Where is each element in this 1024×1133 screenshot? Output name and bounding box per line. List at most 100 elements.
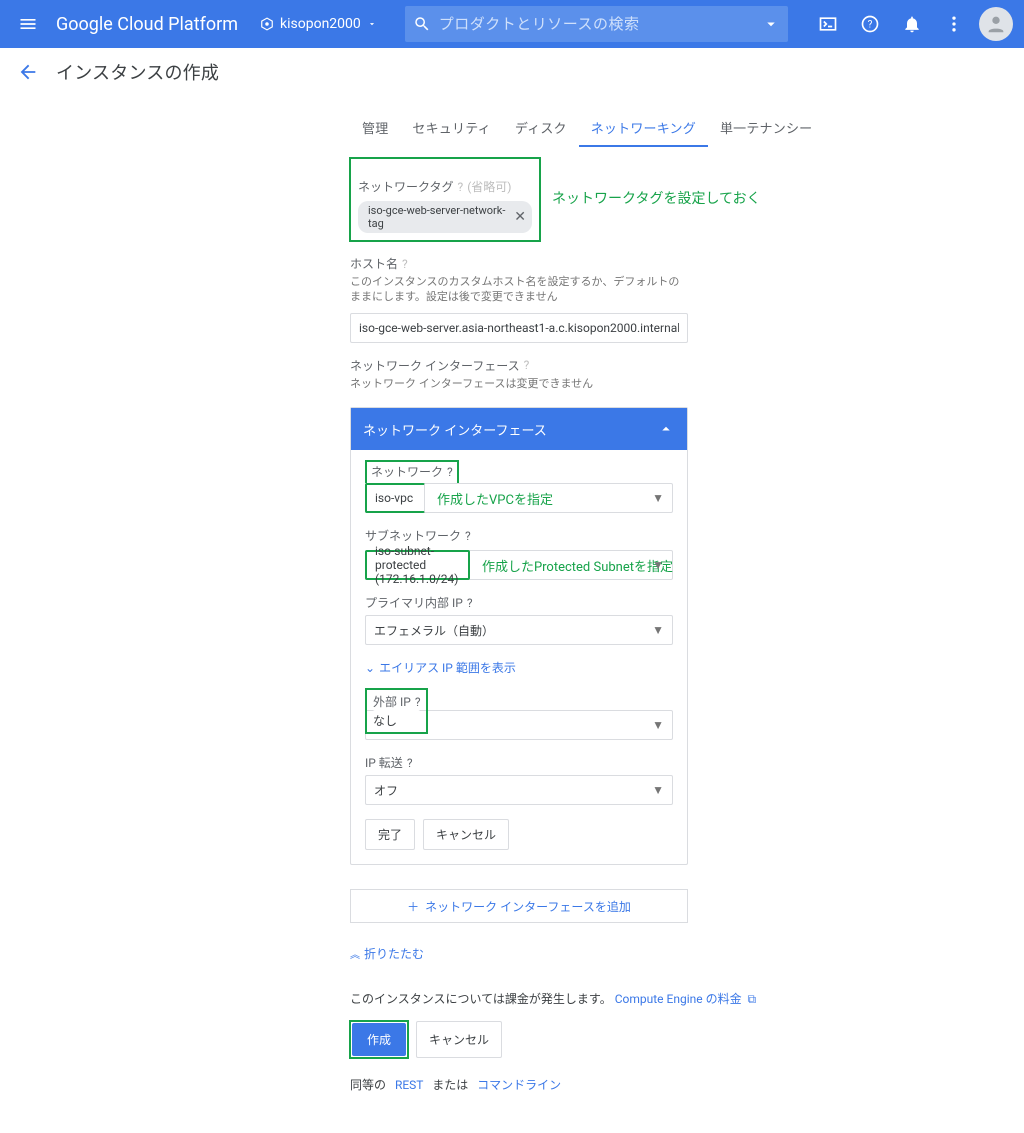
help-icon[interactable]: ? [447, 465, 453, 479]
tab-sole-tenancy[interactable]: 単一テナンシー [708, 108, 824, 147]
main-content: 管理 セキュリティ ディスク ネットワーキング 単一テナンシー ネットワークタグ… [0, 108, 1024, 1133]
brand-title: Google Cloud Platform [56, 14, 238, 35]
nif-panel-header[interactable]: ネットワーク インターフェース [351, 408, 687, 450]
tab-disks[interactable]: ディスク [503, 108, 579, 147]
help-icon[interactable]: ? [407, 756, 413, 770]
primary-ip-dropdown[interactable]: エフェメラル（自動） ▼ [365, 615, 673, 645]
help-icon[interactable]: ? [415, 695, 421, 709]
caret-down-icon: ▼ [652, 783, 664, 797]
help-icon[interactable]: ? [402, 257, 408, 271]
menu-icon [18, 14, 38, 34]
gcp-top-bar: Google Cloud Platform kisopon2000 ? [0, 0, 1024, 48]
network-tags-input[interactable]: iso-gce-web-server-network-tag ✕ [358, 201, 532, 233]
alias-ip-label: エイリアス IP 範囲を表示 [379, 661, 516, 675]
billing-link[interactable]: Compute Engine の料金 [615, 992, 742, 1006]
more-button[interactable] [934, 4, 974, 44]
equivalent-links: 同等の REST または コマンドライン [350, 1076, 1024, 1093]
cancel-button[interactable]: キャンセル [416, 1021, 502, 1058]
primary-ip-value: エフェメラル（自動） [374, 622, 494, 639]
arrow-left-icon [17, 61, 39, 83]
network-dropdown-value-box[interactable]: iso-vpc [365, 483, 425, 513]
help-icon[interactable]: ? [458, 180, 464, 194]
add-interface-label: ネットワーク インターフェースを追加 [425, 898, 631, 915]
page-subheader: インスタンスの作成 [0, 48, 1024, 96]
topbar-right-icons: ? [808, 4, 1016, 44]
help-icon[interactable]: ? [467, 596, 473, 610]
tab-security[interactable]: セキュリティ [400, 108, 502, 147]
caret-down-icon: ▼ [652, 718, 664, 732]
external-link-icon: ⧉ [745, 992, 757, 1006]
dropdown-caret-icon [367, 19, 377, 29]
project-name: kisopon2000 [280, 16, 361, 32]
kebab-icon [944, 14, 964, 34]
chevron-down-icon[interactable] [762, 15, 780, 33]
external-ip-row: 外部 IP ? なし . ▼ [365, 688, 673, 740]
external-ip-value: なし [373, 712, 397, 729]
plus-icon: ＋ [407, 898, 419, 915]
network-annotation: 作成したVPCを指定 [437, 489, 553, 508]
back-button[interactable] [12, 56, 44, 88]
subnet-annotation: 作成したProtected Subnetを指定 [482, 556, 673, 575]
primary-ip-label: プライマリ内部 IP [365, 594, 463, 611]
network-tags-annotation: ネットワークタグを設定しておく [552, 188, 761, 208]
action-row: 作成 キャンセル [350, 1021, 1024, 1058]
notifications-button[interactable] [892, 4, 932, 44]
nif-panel: ネットワーク インターフェース ネットワーク ? iso-vpc [350, 407, 688, 865]
billing-text: このインスタンスについては課金が発生します。 [350, 992, 612, 1006]
hamburger-menu-button[interactable] [8, 4, 48, 44]
help-icon[interactable]: ? [465, 529, 471, 543]
project-hex-icon [260, 17, 274, 31]
nif-desc: ネットワーク インターフェースは変更できません [350, 376, 690, 391]
project-picker[interactable]: kisopon2000 [252, 12, 385, 36]
tab-management[interactable]: 管理 [350, 108, 400, 147]
hostname-input[interactable] [350, 313, 688, 343]
hostname-label: ホスト名 [350, 255, 398, 272]
collapse-toggle[interactable]: ︽ 折りたたむ [350, 945, 1024, 962]
collapse-label: 折りたたむ [364, 945, 424, 962]
network-field-label: ネットワーク [371, 463, 443, 480]
nif-panel-body: ネットワーク ? iso-vpc 作成したVPCを指定 [351, 450, 687, 850]
config-tabs: 管理 セキュリティ ディスク ネットワーキング 単一テナンシー [350, 108, 1024, 148]
hostname-label-row: ホスト名 ? [350, 255, 690, 272]
external-ip-green-box: 外部 IP ? なし [365, 688, 428, 734]
network-tag-chip-label: iso-gce-web-server-network-tag [368, 204, 510, 230]
page-title: インスタンスの作成 [56, 59, 219, 85]
caret-down-icon: ▼ [652, 623, 664, 637]
rest-link[interactable]: REST [395, 1078, 423, 1092]
ip-forward-dropdown[interactable]: オフ ▼ [365, 775, 673, 805]
cli-link[interactable]: コマンドライン [477, 1078, 561, 1092]
search-bar[interactable] [405, 6, 788, 42]
nif-label-row: ネットワーク インターフェース ? [350, 357, 690, 374]
account-button[interactable] [976, 4, 1016, 44]
add-interface-button[interactable]: ＋ ネットワーク インターフェースを追加 [350, 889, 688, 923]
chip-remove-icon[interactable]: ✕ [514, 209, 526, 225]
billing-note: このインスタンスについては課金が発生します。 Compute Engine の料… [350, 990, 1024, 1007]
network-tags-label-row: ネットワークタグ ? (省略可) [358, 178, 532, 195]
help-icon[interactable]: ? [524, 358, 530, 372]
create-button[interactable]: 作成 [352, 1023, 406, 1056]
help-button[interactable]: ? [850, 4, 890, 44]
alias-ip-toggle[interactable]: ⌄ エイリアス IP 範囲を表示 [365, 659, 673, 676]
search-input[interactable] [439, 15, 754, 33]
ip-forward-value: オフ [374, 782, 398, 799]
nif-heading-section: ネットワーク インターフェース ? ネットワーク インターフェースは変更できませ… [350, 357, 690, 391]
nif-label: ネットワーク インターフェース [350, 357, 520, 374]
network-dropdown-value: iso-vpc [375, 491, 413, 505]
cloud-shell-button[interactable] [808, 4, 848, 44]
double-chevron-up-icon: ︽ [350, 946, 360, 961]
primary-ip-label-row: プライマリ内部 IP ? [365, 594, 673, 611]
chevron-down-small-icon: ⌄ [365, 661, 375, 675]
subnet-dropdown-value-box[interactable]: iso-subnet-protected (172.16.1.0/24) [365, 550, 470, 580]
hostname-section: ホスト名 ? このインスタンスのカスタムホスト名を設定するか、デフォルトのままに… [350, 255, 690, 343]
chevron-up-icon [657, 420, 675, 438]
network-tags-label: ネットワークタグ [358, 178, 454, 195]
person-icon [985, 13, 1007, 35]
equiv-prefix: 同等の [350, 1078, 386, 1092]
panel-done-button[interactable]: 完了 [365, 819, 415, 850]
tab-networking[interactable]: ネットワーキング [579, 108, 708, 147]
create-button-highlight: 作成 [350, 1021, 408, 1058]
network-green-box: ネットワーク ? [365, 460, 459, 483]
panel-cancel-button[interactable]: キャンセル [423, 819, 509, 850]
bell-icon [902, 14, 922, 34]
avatar [979, 7, 1013, 41]
